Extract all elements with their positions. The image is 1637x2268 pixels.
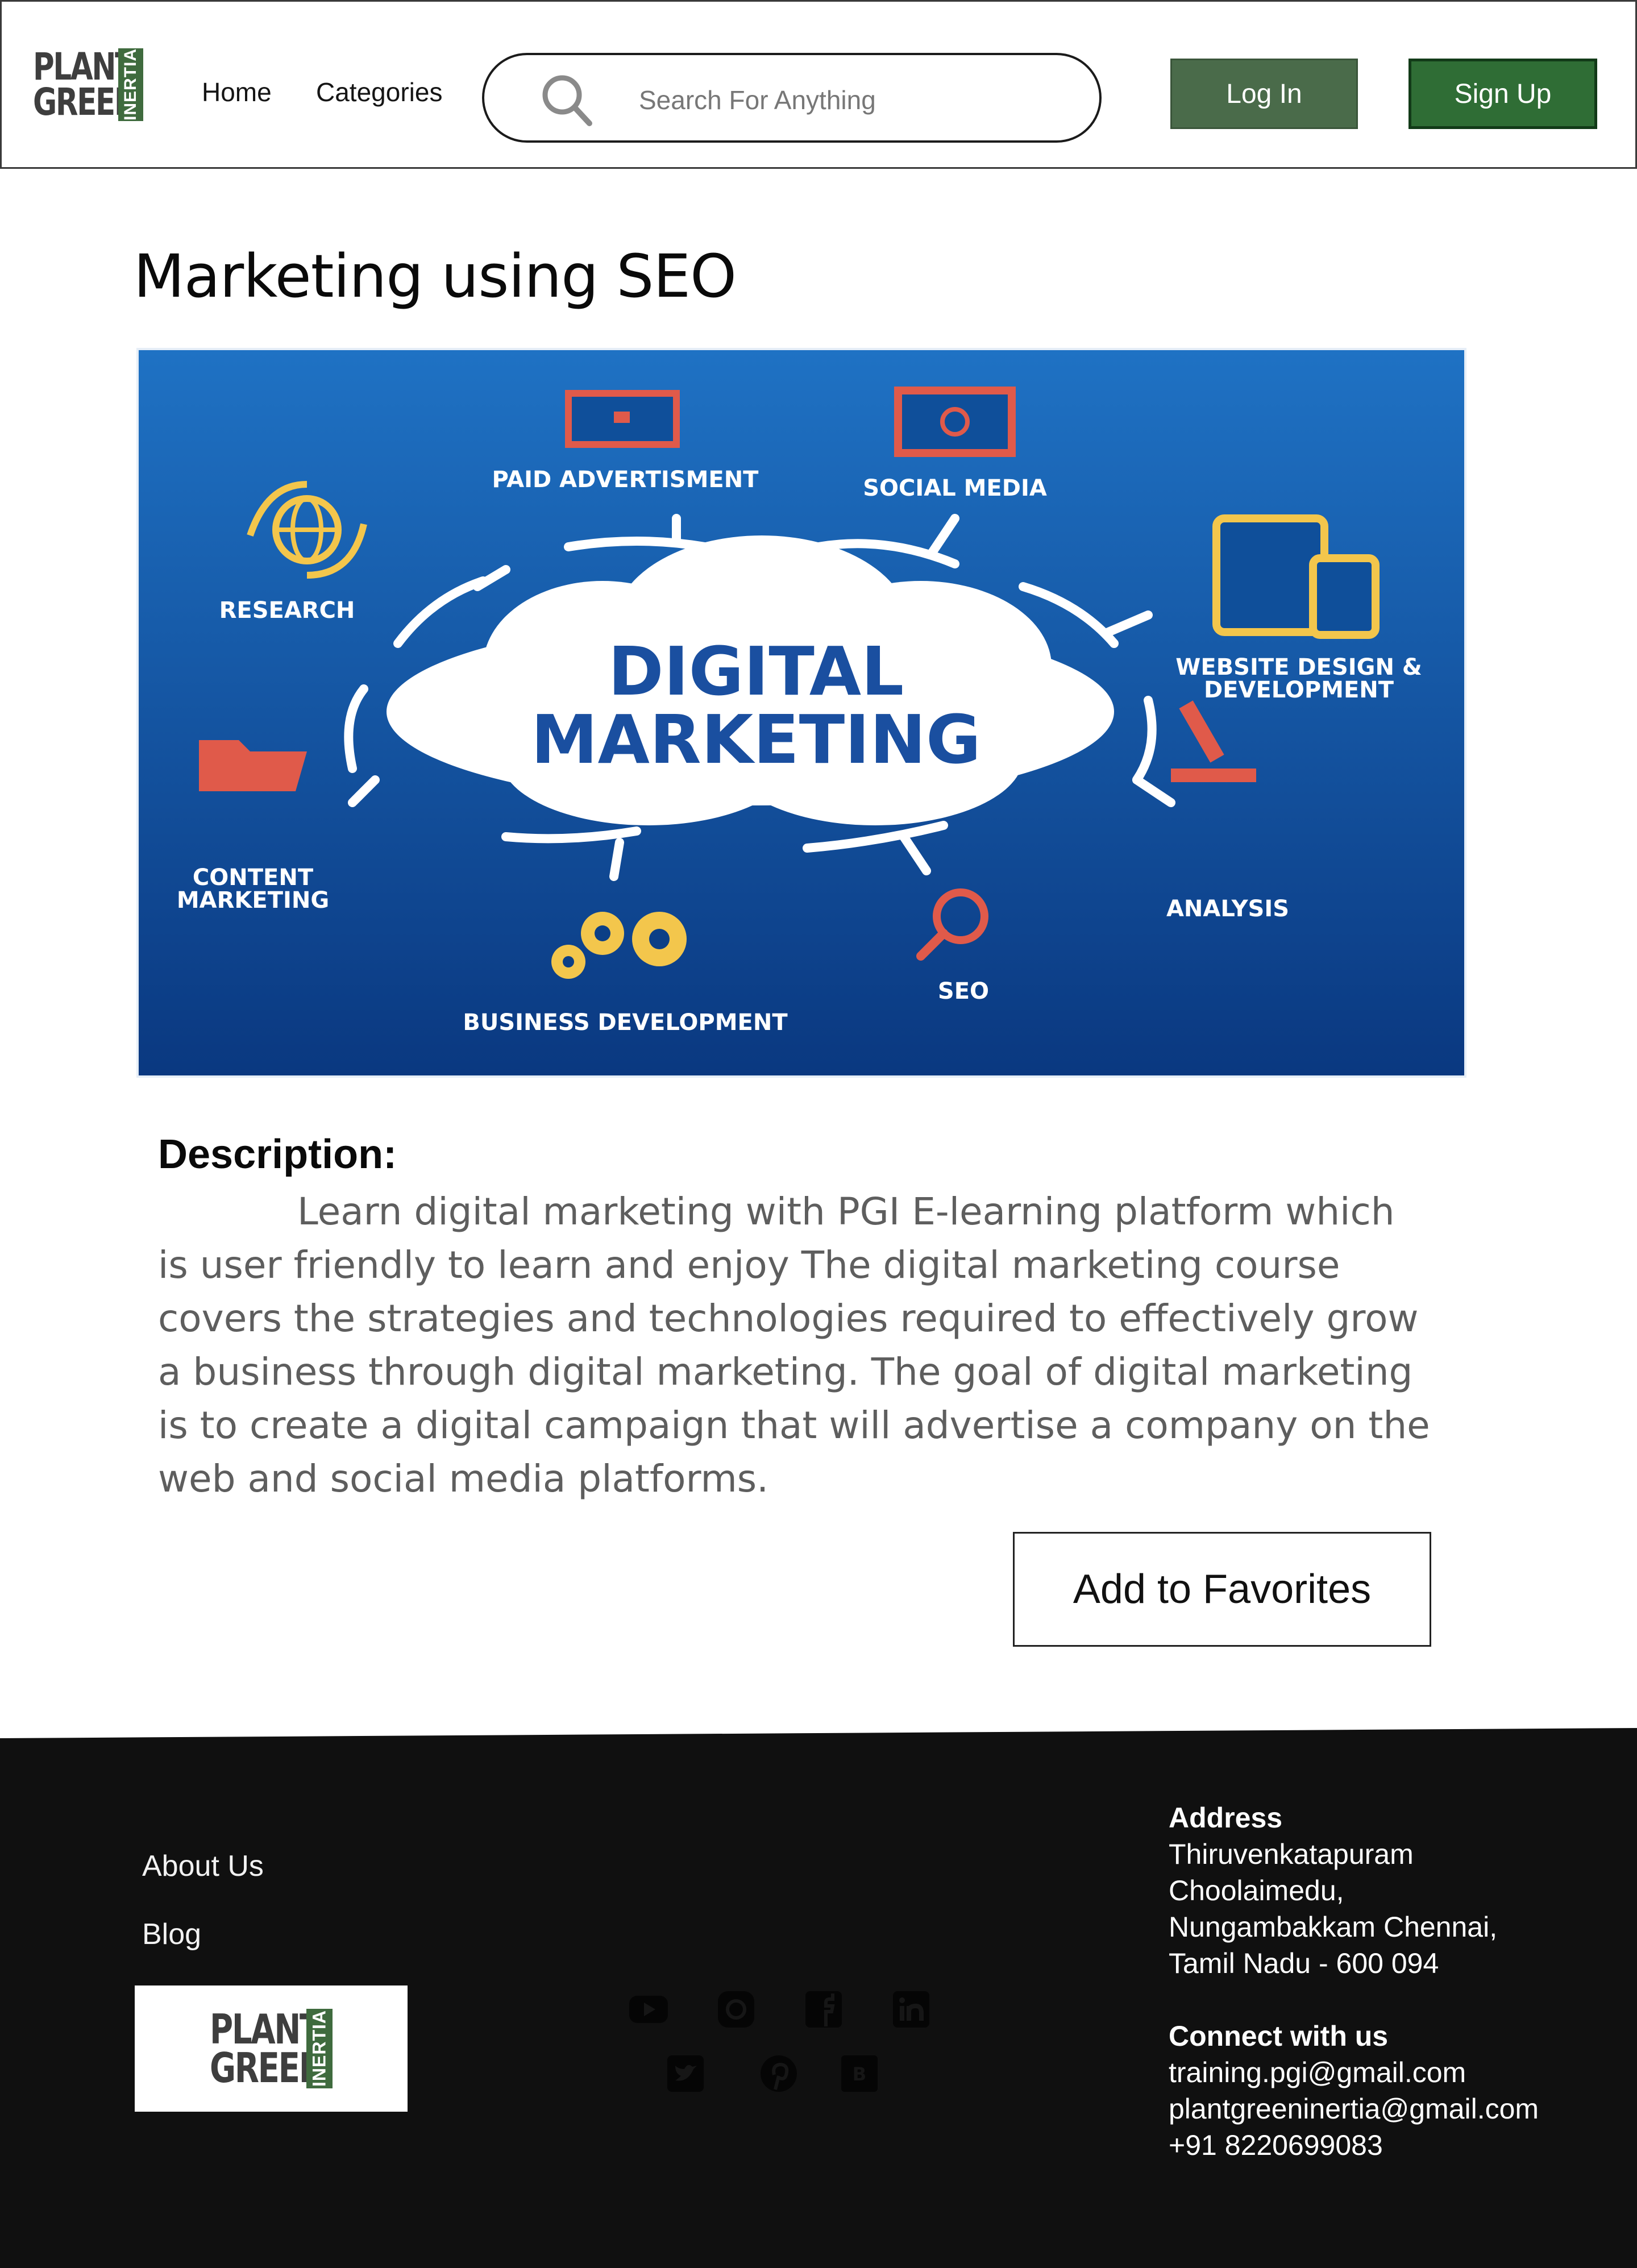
pinterest-icon[interactable]	[758, 2053, 799, 2094]
add-to-favorites-button[interactable]: Add to Favorites	[1013, 1532, 1431, 1647]
logo-line-1: PLANT	[33, 45, 135, 89]
footer-about-link[interactable]: About Us	[142, 1849, 264, 1883]
nav-categories-link[interactable]: Categories	[316, 77, 442, 107]
footer-logo-line-2: GREEN	[210, 2044, 326, 2092]
address-line: Thiruvenkatapuram	[1169, 1838, 1414, 1870]
label-content-2: MARKETING	[177, 887, 329, 913]
contact-email-general[interactable]: plantgreeninertia@gmail.com	[1169, 2091, 1539, 2127]
search-icon[interactable]	[538, 71, 595, 128]
logo-tag: INERTIA	[118, 48, 143, 121]
page-title: Marketing using SEO	[134, 242, 737, 311]
label-research: RESEARCH	[219, 597, 355, 624]
image-center-line-2: MARKETING	[531, 700, 981, 779]
paid-advertisement-icon	[565, 390, 680, 448]
label-seo: SEO	[938, 978, 989, 1004]
address-line: Tamil Nadu - 600 094	[1169, 1947, 1439, 1979]
nav-home-link[interactable]: Home	[202, 77, 272, 107]
linkedin-icon[interactable]	[891, 1989, 932, 2030]
footer-logo-wordmark: PLANT GREEN	[210, 2005, 326, 2092]
site-header: PLANT GREEN INERTIA Home Categories Log …	[0, 0, 1637, 169]
address-block: Address Thiruvenkatapuram Choolaimedu, N…	[1169, 1800, 1497, 1982]
label-business-development: BUSINESS DEVELOPMENT	[463, 1010, 788, 1036]
contact-email-training[interactable]: training.pgi@gmail.com	[1169, 2054, 1539, 2091]
contact-block: Connect with us training.pgi@gmail.com p…	[1169, 2018, 1539, 2163]
twitter-icon[interactable]	[665, 2053, 706, 2094]
logo-wordmark: PLANT GREEN	[33, 45, 139, 124]
address-line: Choolaimedu,	[1169, 1875, 1344, 1906]
social-media-icon	[894, 387, 1016, 457]
login-button[interactable]: Log In	[1170, 59, 1358, 129]
label-paid-advertisement: PAID ADVERTISMENT	[492, 467, 759, 493]
footer-blog-link[interactable]: Blog	[142, 1917, 201, 1951]
address-line: Nungambakkam Chennai,	[1169, 1911, 1498, 1943]
search-bar[interactable]	[482, 53, 1102, 143]
instagram-icon[interactable]	[716, 1989, 757, 2030]
signup-button[interactable]: Sign Up	[1409, 59, 1597, 129]
search-input[interactable]	[638, 77, 1072, 123]
footer-logo-tag: INERTIA	[306, 2009, 333, 2088]
logo-line-2: GREEN	[33, 80, 139, 124]
course-image: DIGITAL MARKETING PAID ADVERTISMENT SOCI…	[136, 348, 1466, 1078]
label-social-media: SOCIAL MEDIA	[863, 475, 1047, 501]
label-analysis: ANALYSIS	[1166, 896, 1289, 922]
description-heading: Description:	[158, 1132, 397, 1177]
contact-phone[interactable]: +91 8220699083	[1169, 2127, 1539, 2163]
behance-icon[interactable]: B	[839, 2053, 880, 2094]
description-text: Learn digital marketing with PGI E-learn…	[158, 1190, 1430, 1501]
connect-heading: Connect with us	[1169, 2020, 1389, 2052]
footer-logo-line-1: PLANT	[210, 2005, 321, 2053]
facebook-icon[interactable]	[803, 1989, 844, 2030]
label-website-2: DEVELOPMENT	[1204, 677, 1394, 703]
site-logo[interactable]: PLANT GREEN INERTIA	[33, 48, 143, 121]
address-heading: Address	[1169, 1802, 1283, 1834]
image-center-line-1: DIGITAL	[608, 632, 904, 711]
youtube-icon[interactable]	[628, 1989, 669, 2030]
footer-logo[interactable]: PLANT GREEN INERTIA	[135, 1985, 408, 2112]
svg-text:B: B	[853, 2063, 866, 2085]
